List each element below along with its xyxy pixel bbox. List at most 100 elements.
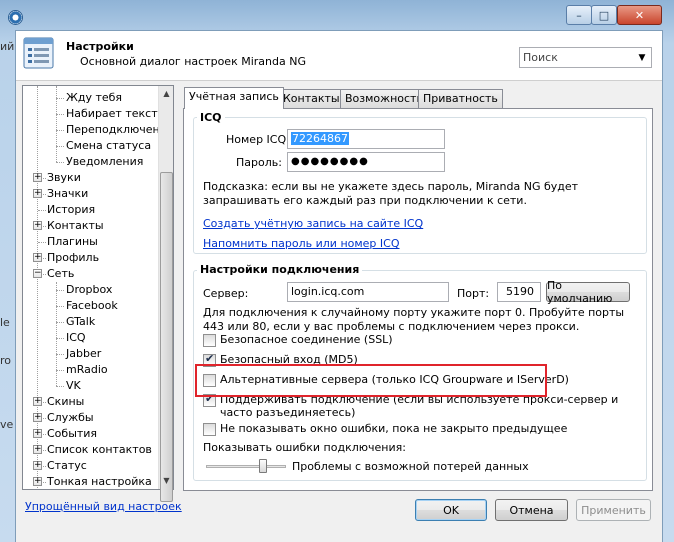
tree-item[interactable]: Службы [47, 410, 94, 426]
tree-item[interactable]: Сеть [47, 266, 74, 282]
expand-icon[interactable]: + [33, 189, 42, 198]
create-account-link[interactable]: Создать учётную запись на сайте ICQ [203, 217, 423, 230]
tree-item[interactable]: Тонкая настройка [47, 474, 152, 489]
ssl-label: Безопасное соединение (SSL) [220, 333, 393, 346]
uin-label: Номер ICQ: [226, 133, 290, 146]
maximize-button[interactable]: □ [591, 5, 617, 25]
search-combobox[interactable]: Поиск ▼ [519, 47, 652, 68]
connection-group-title: Настройки подключения [197, 263, 363, 276]
tree-guide-line [56, 114, 64, 115]
highlight-box [195, 364, 547, 397]
server-label: Сервер: [203, 287, 249, 300]
tree-guide-line [56, 162, 64, 163]
tree-item[interactable]: Facebook [66, 298, 118, 314]
cancel-button[interactable]: Отмена [495, 499, 568, 521]
tree-guide-line [56, 146, 64, 147]
settings-list-icon [22, 36, 56, 70]
tree-item[interactable]: Профиль [47, 250, 99, 266]
tab-account[interactable]: Учётная запись [184, 87, 284, 109]
tree-item[interactable]: VK [66, 378, 81, 394]
tab-privacy[interactable]: Приватность [418, 89, 503, 108]
tree-guide-line [56, 354, 64, 355]
scrollbar-thumb[interactable] [160, 172, 173, 502]
tree-item[interactable]: Значки [47, 186, 88, 202]
collapse-icon[interactable]: − [33, 269, 42, 278]
ok-button[interactable]: OK [415, 499, 487, 521]
tree-item[interactable]: Контакты [47, 218, 104, 234]
background-window-text: ro [0, 354, 12, 367]
tree-item[interactable]: Dropbox [66, 282, 112, 298]
tree-item[interactable]: Скины [47, 394, 84, 410]
simple-view-link[interactable]: Упрощённый вид настроек [25, 500, 182, 513]
tree-guide-line [38, 210, 46, 211]
port-label: Порт: [457, 287, 490, 300]
tree-item[interactable]: mRadio [66, 362, 108, 378]
tree-item[interactable]: Звуки [47, 170, 81, 186]
port-field[interactable]: 5190 [497, 282, 541, 302]
background-window-text: le [0, 316, 10, 329]
tree-item[interactable]: Набирает текст [66, 106, 158, 122]
expand-icon[interactable]: + [33, 477, 42, 486]
scroll-up-arrow-icon[interactable]: ▲ [159, 86, 174, 102]
password-label: Пароль: [236, 156, 282, 169]
errors-level-slider-track[interactable] [206, 465, 286, 468]
remind-password-link[interactable]: Напомнить пароль или номер ICQ [203, 237, 400, 250]
close-button[interactable]: ✕ [617, 5, 662, 25]
tree-item[interactable]: Список контактов [47, 442, 152, 458]
tab-contacts[interactable]: Контакты [278, 89, 345, 108]
tree-item[interactable]: События [47, 426, 97, 442]
tree-guide-line [56, 290, 64, 291]
tree-item[interactable]: Смена статуса [66, 138, 151, 154]
tree-item[interactable]: Плагины [47, 234, 98, 250]
default-port-button[interactable]: По умолчанию [546, 279, 630, 305]
server-field[interactable]: login.icq.com [287, 282, 449, 302]
tree-item[interactable]: Jabber [66, 346, 101, 362]
minimize-button[interactable]: – [566, 5, 592, 25]
settings-tree[interactable]: Жду тебя Набирает текст Переподключени Смен… [22, 85, 174, 490]
icq-group-title: ICQ [197, 111, 225, 124]
uin-field[interactable]: 72264867 [287, 129, 445, 149]
tree-item[interactable]: Жду тебя [66, 90, 122, 106]
expand-icon[interactable]: + [33, 397, 42, 406]
tree-item[interactable]: История [47, 202, 95, 218]
miranda-app-icon[interactable] [8, 10, 23, 25]
tree-guide-line [56, 370, 64, 371]
dialog-title: Настройки [66, 40, 134, 53]
port-note: Для подключения к случайному порту укажи… [203, 306, 625, 333]
tree-item[interactable]: ICQ [66, 330, 86, 346]
errors-level-slider-thumb[interactable] [259, 459, 267, 473]
chevron-down-icon[interactable]: ▼ [635, 48, 649, 67]
expand-icon[interactable]: + [33, 221, 42, 230]
password-hint: Подсказка: если вы не укажете здесь паро… [203, 180, 579, 207]
tree-guide-line [56, 386, 64, 387]
no-error-window-label: Не показывать окно ошибки, пока не закры… [220, 422, 568, 435]
tree-guide-line [56, 306, 64, 307]
background-window-text: ий [0, 40, 15, 53]
expand-icon[interactable]: + [33, 173, 42, 182]
tree-item[interactable]: GTalk [66, 314, 95, 330]
tree-item[interactable]: Статус [47, 458, 87, 474]
tree-scrollbar[interactable]: ▲ ▼ [158, 86, 174, 502]
uin-value: 72264867 [291, 132, 349, 145]
ssl-checkbox[interactable] [203, 334, 216, 347]
tab-features[interactable]: Возможности [340, 89, 429, 108]
password-field[interactable]: ●●●●●●●● [287, 152, 445, 172]
background-window-text: ve [0, 418, 14, 431]
no-error-window-checkbox[interactable] [203, 423, 216, 436]
scroll-down-arrow-icon[interactable]: ▼ [159, 473, 174, 489]
tree-guide-line [56, 282, 57, 386]
expand-icon[interactable]: + [33, 253, 42, 262]
tree-guide-line [56, 98, 64, 99]
tree-guide-line [38, 242, 46, 243]
dialog-subtitle: Основной диалог настроек Miranda NG [80, 55, 306, 68]
errors-label: Показывать ошибки подключения: [203, 441, 406, 454]
apply-button[interactable]: Применить [576, 499, 651, 521]
expand-icon[interactable]: + [33, 445, 42, 454]
tree-item[interactable]: Переподключени [66, 122, 167, 138]
tree-item[interactable]: Уведомления [66, 154, 143, 170]
expand-icon[interactable]: + [33, 429, 42, 438]
expand-icon[interactable]: + [33, 413, 42, 422]
tree-guide-line [56, 322, 64, 323]
expand-icon[interactable]: + [33, 461, 42, 470]
search-placeholder: Поиск [523, 51, 558, 64]
